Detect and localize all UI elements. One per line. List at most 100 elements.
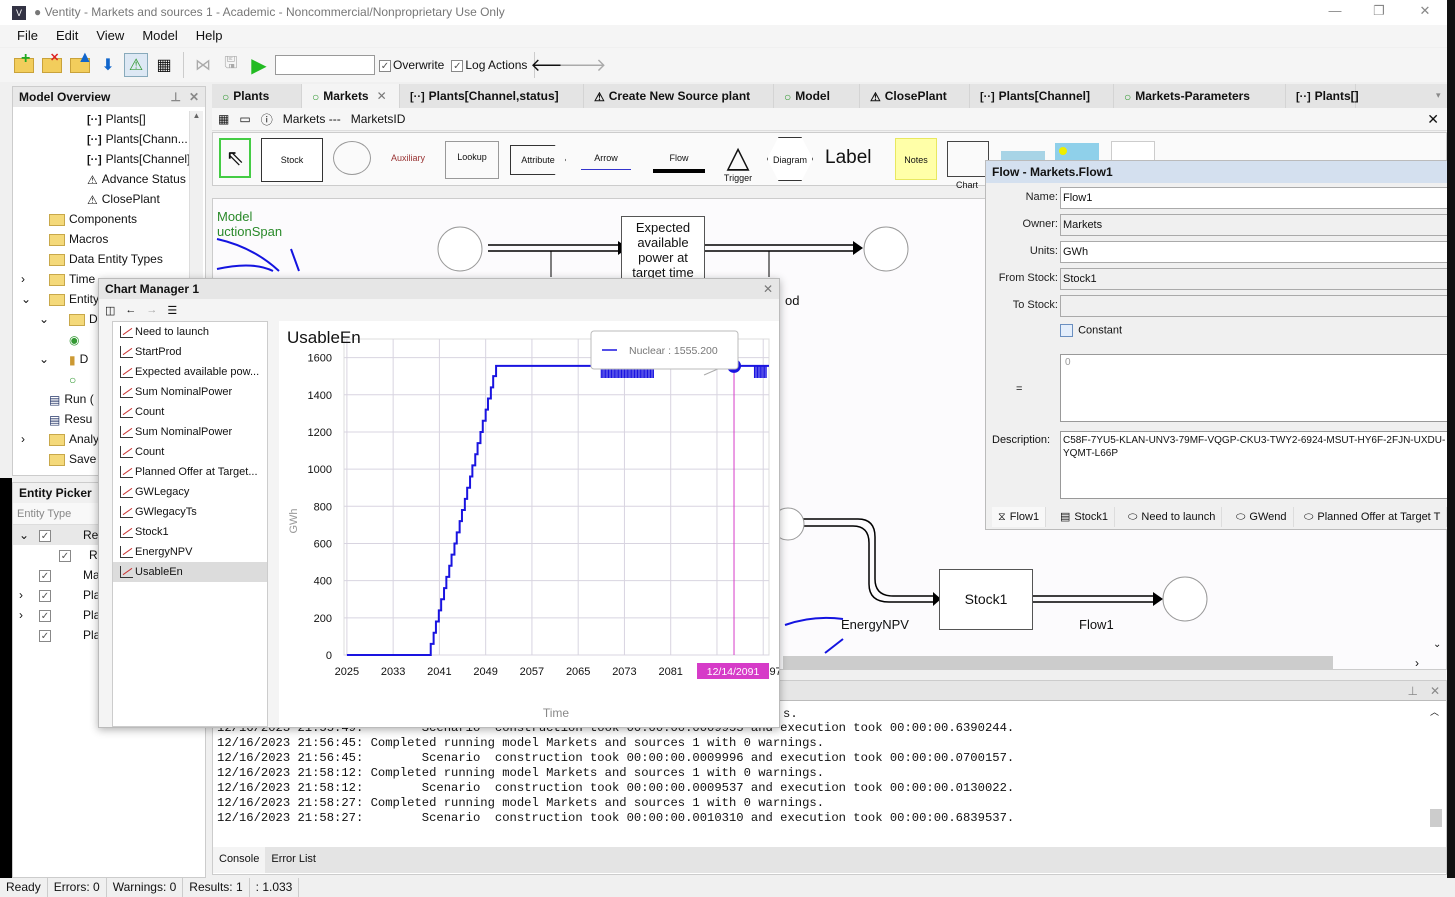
console-output[interactable]: 12/16/2023 21:55:49: Scenario constructi… [217,721,1014,826]
expand-icon[interactable]: ⌄ [19,525,29,545]
expand-icon[interactable]: › [19,605,23,625]
presentation-button[interactable]: ▦ [152,53,176,77]
chart-list-item[interactable]: EnergyNPV [113,542,267,562]
chart-manager-header[interactable]: Chart Manager 1 ✕ [99,279,779,299]
expand-icon[interactable]: › [21,429,25,449]
tree-item[interactable]: [··] Plants[Channel] [13,149,205,169]
tab-console[interactable]: Console [213,847,266,873]
forward-button[interactable]: 🡒 [558,53,606,77]
collapse-icon[interactable]: ⌄ [39,349,49,369]
flow-panel-tab[interactable]: ⬭ Need to launch [1122,507,1223,527]
flow-panel-tab[interactable]: ▤ Stock1 [1054,507,1116,527]
run-name-input[interactable] [275,55,375,75]
stock1-node[interactable]: Stock1 [939,569,1033,630]
entity-checkbox[interactable]: ✓ [39,629,51,642]
close-icon[interactable]: ✕ [189,87,199,107]
menu-view[interactable]: View [89,25,131,47]
tab-markets[interactable]: ○ Markets ✕ [302,84,400,108]
chart-list-item[interactable]: Count [113,402,267,422]
close-window-button[interactable]: ✕ [1410,3,1440,21]
flow-panel-tab[interactable]: ⬭ Planned Offer at Target T [1298,507,1448,527]
pin-icon[interactable]: ⊥ [171,87,181,107]
save-model-button[interactable]: ⬇ [96,53,120,77]
tree-item[interactable]: Data Entity Types [13,249,205,269]
collapse-icon[interactable]: ⌄ [39,309,49,329]
label-tool[interactable]: Label [825,147,872,169]
equation-field[interactable]: 0 [1060,354,1454,422]
notes-tool[interactable]: Notes [895,138,937,180]
chart-list-item[interactable]: StartProd [113,342,267,362]
minimize-button[interactable]: — [1320,3,1350,21]
tree-item[interactable]: Components [13,209,205,229]
info-icon[interactable]: ⓘ [261,111,273,128]
menu-help[interactable]: Help [189,25,230,47]
collapse-icon[interactable]: ⌄ [21,289,31,309]
chart-list-item[interactable]: Planned Offer at Target... [113,462,267,482]
diagram-tool[interactable]: Diagram [767,137,813,181]
tab-create-new-source-plant[interactable]: ⚠ Create New Source plant [584,84,774,108]
tab-plants[interactable]: ○ Plants [212,84,302,108]
chart-list-item[interactable]: Sum NominalPower [113,422,267,442]
restore-button[interactable]: ❐ [1364,3,1394,21]
breadcrumb[interactable]: Markets --- [283,112,341,126]
horizontal-scrollbar[interactable] [783,656,1333,669]
tabs-overflow-icon[interactable]: ▾ [1436,90,1441,101]
tab-plants-[interactable]: [··] Plants[] [1286,84,1359,108]
expected-power-stock[interactable]: Expected available power at target time [621,216,705,282]
to-stock-field[interactable] [1060,295,1455,317]
close-icon[interactable]: ✕ [1430,684,1440,698]
stock-tool[interactable]: Stock [261,138,323,182]
entity-checkbox[interactable]: ✓ [39,569,51,582]
auxiliary-tool[interactable]: Auxiliary [383,153,433,163]
tree-item[interactable]: [··] Plants[Chann... [13,129,205,149]
scroll-up-icon[interactable]: ▲ [190,111,203,120]
name-field[interactable]: Flow1 [1060,187,1455,209]
chart-list-item[interactable]: Count [113,442,267,462]
chart-list-item[interactable]: Expected available pow... [113,362,267,382]
flow-tool[interactable]: Flow [653,153,705,173]
trigger-tool[interactable]: △ Trigger [718,143,758,184]
tree-item[interactable]: ⚠ Advance Status [13,169,205,189]
owner-field[interactable]: Markets [1060,214,1455,236]
display-icon[interactable]: ▭ [239,112,250,126]
chart-list-item[interactable]: UsableEn [113,562,267,582]
flow-panel-tab[interactable]: ⧖ Flow1 [992,507,1047,527]
cloud-tool[interactable] [333,141,371,175]
flow-panel-tab[interactable]: ⬭ GWend [1230,507,1294,527]
tab-plants-channel-[interactable]: [··] Plants[Channel] [970,84,1114,108]
tab-plants-channel-status-[interactable]: [··] Plants[Channel,status] [400,84,584,108]
usable-energy-chart[interactable]: 0 200 400 600 800 1000 1200 1400 1600 2025 2033 204… [279,321,782,727]
chart-list-item[interactable]: GWlegacyTs [113,502,267,522]
pin-icon[interactable]: ⊥ [1408,684,1418,698]
open-model-button[interactable]: ▲ [68,49,93,77]
lookup-tool[interactable]: Lookup [445,141,499,179]
overwrite-checkbox[interactable]: ✓ Overwrite [379,58,444,72]
log-actions-checkbox[interactable]: ✓ Log Actions [451,58,527,72]
energy-npv-label[interactable]: EnergyNPV [841,617,909,632]
menu-model[interactable]: Model [135,25,184,47]
tree-item[interactable]: ⚠ ClosePlant [13,189,205,209]
attribute-tool[interactable]: Attribute [510,145,566,175]
save-run-button[interactable]: 🖫 [219,53,243,77]
diagram-label[interactable]: od [785,293,799,308]
chart-list-item[interactable]: Stock1 [113,522,267,542]
validate-button[interactable]: ⚠ [124,53,148,77]
arrow-tool[interactable]: Arrow [581,153,631,170]
description-field[interactable]: C58F-7YU5-KLAN-UNV3-79MF-VQGP-CKU3-TWY2-… [1060,431,1454,499]
scroll-down-icon[interactable]: ⌄ [1433,639,1441,650]
run-button[interactable]: ▶ [247,53,271,77]
tab-markets-parameters[interactable]: ○ Markets-Parameters [1114,84,1286,108]
tree-item[interactable]: [··] Plants[] [13,109,205,129]
constant-checkbox[interactable]: Constant [1060,324,1122,337]
entity-checkbox[interactable]: ✓ [39,589,51,602]
tree-item[interactable]: Macros [13,229,205,249]
scroll-thumb[interactable] [1430,809,1442,827]
units-field[interactable]: GWh [1060,241,1455,263]
breadcrumb[interactable]: MarketsID [351,112,406,126]
new-model-button[interactable]: + [12,50,36,77]
step-button[interactable]: ⋈ [191,53,215,77]
expand-icon[interactable]: › [19,585,23,605]
list-icon[interactable]: ☰ [167,304,177,317]
tab-closeplant[interactable]: ⚠ ClosePlant [860,84,970,108]
back-arrow-icon[interactable]: ← [125,304,136,316]
